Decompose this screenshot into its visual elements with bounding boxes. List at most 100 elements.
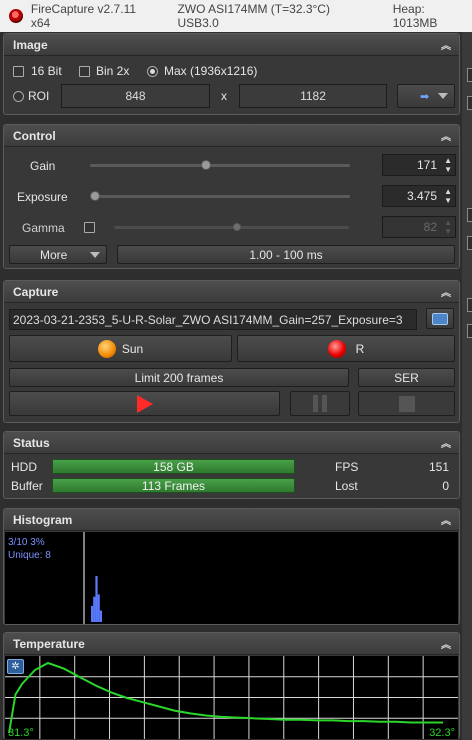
hdd-bar: 158 GB bbox=[52, 459, 295, 474]
limit-frames-button[interactable]: Limit 200 frames bbox=[9, 368, 349, 387]
app-title: FireCapture v2.7.11 x64 bbox=[30, 2, 137, 30]
histogram-plot: 3/10 3% Unique: 8 bbox=[5, 532, 458, 624]
16bit-checkbox[interactable] bbox=[13, 66, 24, 77]
max-label: Max (1936x1216) bbox=[164, 64, 258, 78]
temperature-plot: 31.3° 32.3° bbox=[5, 656, 458, 739]
more-label: More bbox=[40, 247, 68, 262]
exposure-range-button[interactable]: 1.00 - 100 ms bbox=[117, 245, 455, 264]
histogram-bar bbox=[95, 576, 98, 622]
red-filter-icon bbox=[327, 339, 346, 358]
lost-label: Lost bbox=[335, 479, 358, 493]
gamma-slider-handle[interactable] bbox=[233, 223, 242, 231]
app-logo-icon bbox=[9, 9, 23, 23]
hdd-label: HDD bbox=[11, 460, 37, 474]
arrow-right-icon: ➡ bbox=[420, 90, 430, 103]
gear-icon: ✲ bbox=[11, 661, 20, 672]
side-handle[interactable] bbox=[467, 208, 472, 222]
more-dropdown[interactable]: More bbox=[9, 245, 107, 264]
roi-preset-dropdown[interactable]: ➡ bbox=[397, 84, 455, 108]
profile-r-label: R bbox=[355, 341, 365, 356]
image-panel-header[interactable]: Image ︽ bbox=[4, 34, 459, 56]
gain-spinbox[interactable]: 171 ▲ ▼ bbox=[382, 154, 456, 176]
settings-folder-icon bbox=[432, 312, 448, 325]
collapse-icon[interactable]: ︽ bbox=[441, 636, 451, 651]
gamma-spinbox[interactable]: 82 ▲ ▼ bbox=[382, 216, 456, 238]
image-panel: Image ︽ 16 Bit Bin 2x Max (1936x1216) RO… bbox=[3, 33, 460, 115]
panel-title: Histogram bbox=[13, 512, 73, 527]
status-panel: Status ︽ HDD 158 GB Buffer 113 Frames FP… bbox=[3, 431, 460, 499]
spin-arrows-icon[interactable]: ▲ ▼ bbox=[444, 156, 452, 174]
stop-capture-button[interactable] bbox=[358, 391, 455, 416]
roi-radio[interactable] bbox=[13, 91, 24, 102]
exposure-label: Exposure bbox=[17, 190, 68, 204]
pause-capture-button[interactable] bbox=[290, 391, 350, 416]
exposure-value: 3.475 bbox=[406, 189, 437, 203]
roi-x-label: x bbox=[221, 89, 227, 103]
exposure-slider-handle[interactable] bbox=[90, 191, 100, 201]
profile-r-button[interactable]: R bbox=[237, 335, 455, 362]
temperature-min-label: 31.3° bbox=[8, 727, 34, 739]
collapse-icon[interactable]: ︽ bbox=[441, 284, 451, 299]
panel-title: Status bbox=[13, 435, 50, 450]
capture-panel-header[interactable]: Capture ︽ bbox=[4, 281, 459, 303]
spin-arrows-icon[interactable]: ▲ ▼ bbox=[444, 218, 452, 236]
fps-label: FPS bbox=[335, 460, 359, 474]
collapse-icon[interactable]: ︽ bbox=[441, 435, 451, 450]
spin-arrows-icon[interactable]: ▲ ▼ bbox=[444, 187, 452, 205]
chevron-down-icon bbox=[90, 252, 100, 258]
temperature-max-label: 32.3° bbox=[429, 727, 455, 739]
histogram-panel-header[interactable]: Histogram ︽ bbox=[4, 509, 459, 531]
control-panel: Control ︽ Gain 171 ▲ ▼ Exposure 3.475 ▲ ▼ … bbox=[3, 124, 460, 269]
side-handle[interactable] bbox=[467, 96, 472, 110]
buffer-label: Buffer bbox=[11, 479, 43, 493]
bin2x-label: Bin 2x bbox=[96, 64, 130, 78]
camera-info: ZWO ASI174MM (T=32.3°C) USB3.0 bbox=[177, 2, 330, 30]
panel-title: Capture bbox=[13, 284, 59, 299]
gain-label: Gain bbox=[30, 159, 56, 173]
roi-label: ROI bbox=[28, 89, 50, 103]
status-panel-header[interactable]: Status ︽ bbox=[4, 432, 459, 454]
side-handle[interactable] bbox=[467, 324, 472, 338]
histogram-stats-line2: Unique: 8 bbox=[8, 550, 51, 561]
exposure-spinbox[interactable]: 3.475 ▲ ▼ bbox=[382, 185, 456, 207]
start-capture-button[interactable] bbox=[9, 391, 280, 416]
filename-field[interactable]: 2023-03-21-2353_5-U-R-Solar_ZWO ASI174MM… bbox=[9, 309, 417, 330]
window-titlebar: FireCapture v2.7.11 x64 ZWO ASI174MM (T=… bbox=[0, 0, 472, 32]
collapse-icon[interactable]: ︽ bbox=[441, 128, 451, 143]
histogram-stats-line1: 3/10 3% bbox=[8, 537, 45, 548]
temperature-settings-button[interactable]: ✲ bbox=[7, 659, 24, 674]
capture-panel: Capture ︽ 2023-03-21-2353_5-U-R-Solar_ZW… bbox=[3, 280, 460, 423]
side-handle[interactable] bbox=[467, 68, 472, 82]
folder-button[interactable] bbox=[426, 308, 454, 329]
gain-slider-handle[interactable] bbox=[201, 160, 212, 170]
gain-slider-track[interactable] bbox=[90, 164, 350, 167]
heap-info: Heap: 1013MB bbox=[392, 2, 438, 30]
sun-icon bbox=[97, 339, 116, 358]
side-handle[interactable] bbox=[467, 236, 472, 250]
exposure-slider-track[interactable] bbox=[90, 195, 350, 198]
histogram-bar bbox=[93, 596, 96, 622]
roi-height-input[interactable]: 1182 bbox=[239, 84, 387, 108]
max-radio[interactable] bbox=[147, 66, 158, 77]
histogram-bar bbox=[99, 610, 102, 622]
16bit-label: 16 Bit bbox=[31, 64, 62, 78]
panel-title: Control bbox=[13, 128, 56, 143]
stop-icon bbox=[398, 395, 415, 412]
profile-sun-button[interactable]: Sun bbox=[9, 335, 232, 362]
temperature-panel-header[interactable]: Temperature ︽ bbox=[4, 633, 459, 655]
fps-value: 151 bbox=[428, 460, 449, 474]
gamma-checkbox[interactable] bbox=[84, 222, 95, 233]
roi-width-input[interactable]: 848 bbox=[61, 84, 210, 108]
gain-value: 171 bbox=[416, 158, 437, 172]
gamma-slider-track[interactable] bbox=[114, 226, 349, 229]
buffer-bar: 113 Frames bbox=[52, 478, 295, 493]
format-button[interactable]: SER bbox=[358, 368, 455, 387]
side-handle[interactable] bbox=[467, 298, 472, 312]
bin2x-checkbox[interactable] bbox=[79, 66, 90, 77]
collapse-icon[interactable]: ︽ bbox=[441, 512, 451, 527]
histogram-panel: Histogram ︽ 3/10 3% Unique: 8 bbox=[3, 508, 460, 625]
collapse-icon[interactable]: ︽ bbox=[441, 37, 451, 52]
histogram-bar bbox=[91, 605, 94, 622]
control-panel-header[interactable]: Control ︽ bbox=[4, 125, 459, 147]
profile-sun-label: Sun bbox=[121, 341, 144, 356]
